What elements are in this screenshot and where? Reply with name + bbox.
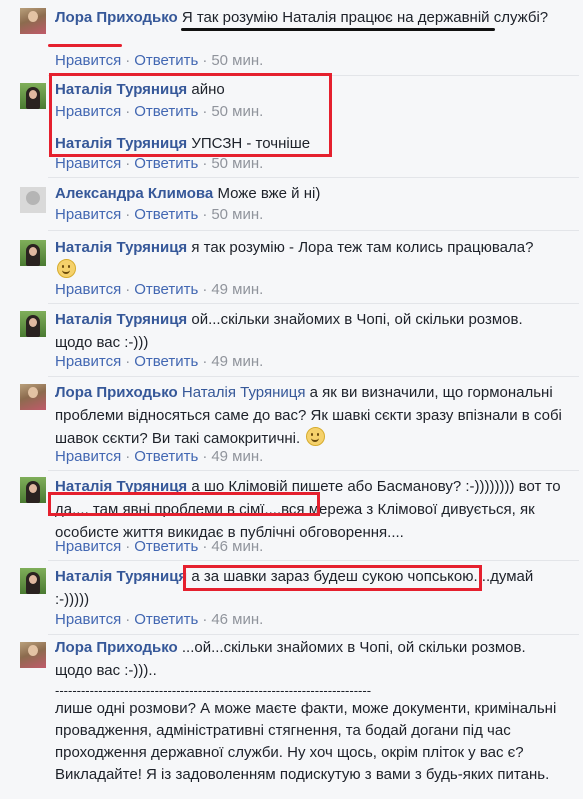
comment-actions: Нравится · Ответить · 49 мин. [55,448,264,465]
like-button[interactable]: Нравится [55,448,121,465]
comment-item: Лора Приходько Я так розумію Наталія пра… [0,0,583,75]
mention-link[interactable]: Наталія Туряниця [182,384,306,401]
reply-button[interactable]: Ответить [134,538,198,555]
highlight-box [49,73,332,157]
text-divider: ----------------------------------------… [55,684,372,698]
comment-actions: Нравится · Ответить · 46 мин. [55,611,264,628]
avatar[interactable] [20,642,46,668]
comment-item: Лора Приходько Наталія Туряниця а як ви … [0,376,583,470]
reply-button[interactable]: Ответить [134,155,198,172]
comment-time[interactable]: 50 мин. [211,52,263,69]
comment-time[interactable]: 49 мин. [211,281,263,298]
comment-text: Я так розумію Наталія працює на державні… [181,9,549,26]
reply-button[interactable]: Ответить [134,206,198,223]
avatar[interactable] [20,8,46,34]
comment-author[interactable]: Наталія Туряниця [55,568,187,585]
comment-text: я так розумію - Лора теж там колись прац… [191,239,534,256]
comment-time[interactable]: 46 мин. [211,538,263,555]
comment-author[interactable]: Лора Приходько [55,639,178,656]
comment-author[interactable]: Лора Приходько [55,9,178,26]
avatar[interactable] [20,83,46,109]
reply-button[interactable]: Ответить [134,281,198,298]
smile-emoji-icon [306,427,326,446]
smile-emoji-icon [57,259,76,278]
comment-time[interactable]: 49 мин. [211,448,263,465]
underline-annotation [181,28,495,31]
comment-text: Може вже й ні) [217,185,321,202]
avatar[interactable] [20,568,46,594]
comment-author[interactable]: Наталія Туряниця [55,239,187,256]
reply-button[interactable]: Ответить [134,353,198,370]
comment-author[interactable]: Наталія Туряниця [55,311,187,328]
comment-actions: Нравится · Ответить · 50 мин. [55,52,264,69]
comment-time[interactable]: 50 мин. [211,155,263,172]
highlight-box [48,492,320,516]
comment-item: Наталія Туряниця ой...скільки знайомих в… [0,303,583,376]
comment-author[interactable]: Александра Климова [55,185,213,202]
comment-author[interactable]: Лора Приходько [55,384,178,401]
avatar[interactable] [20,311,46,337]
reply-button[interactable]: Ответить [134,448,198,465]
comment-item: Лора Приходько ...ой...скільки знайомих … [0,634,583,799]
avatar[interactable] [20,240,46,266]
like-button[interactable]: Нравится [55,206,121,223]
comment-actions: Нравится · Ответить · 50 мин. [55,155,264,172]
like-button[interactable]: Нравится [55,281,121,298]
comment-time[interactable]: 50 мин. [211,206,263,223]
comment-text: лише одні розмови? А може маєте факти, м… [55,700,557,783]
like-button[interactable]: Нравится [55,52,121,69]
comment-time[interactable]: 46 мин. [211,611,263,628]
comment-actions: Нравится · Ответить · 50 мин. [55,206,264,223]
avatar[interactable] [20,187,46,213]
comment-feed: Лора Приходько Я так розумію Наталія пра… [0,0,583,799]
comment-actions: Нравится · Ответить · 49 мин. [55,281,264,298]
reply-button[interactable]: Ответить [134,611,198,628]
underline-annotation [48,44,122,47]
reply-button[interactable]: Ответить [134,52,198,69]
comment-item: Наталія Туряниця я так розумію - Лора те… [0,230,583,303]
comment-time[interactable]: 49 мин. [211,353,263,370]
like-button[interactable]: Нравится [55,155,121,172]
avatar[interactable] [20,384,46,410]
comment-actions: Нравится · Ответить · 46 мин. [55,538,264,555]
highlight-box [183,565,482,591]
like-button[interactable]: Нравится [55,611,121,628]
avatar[interactable] [20,477,46,503]
like-button[interactable]: Нравится [55,353,121,370]
comment-actions: Нравится · Ответить · 49 мин. [55,353,264,370]
comment-item: Александра Климова Може вже й ні) Нравит… [0,177,583,230]
like-button[interactable]: Нравится [55,538,121,555]
